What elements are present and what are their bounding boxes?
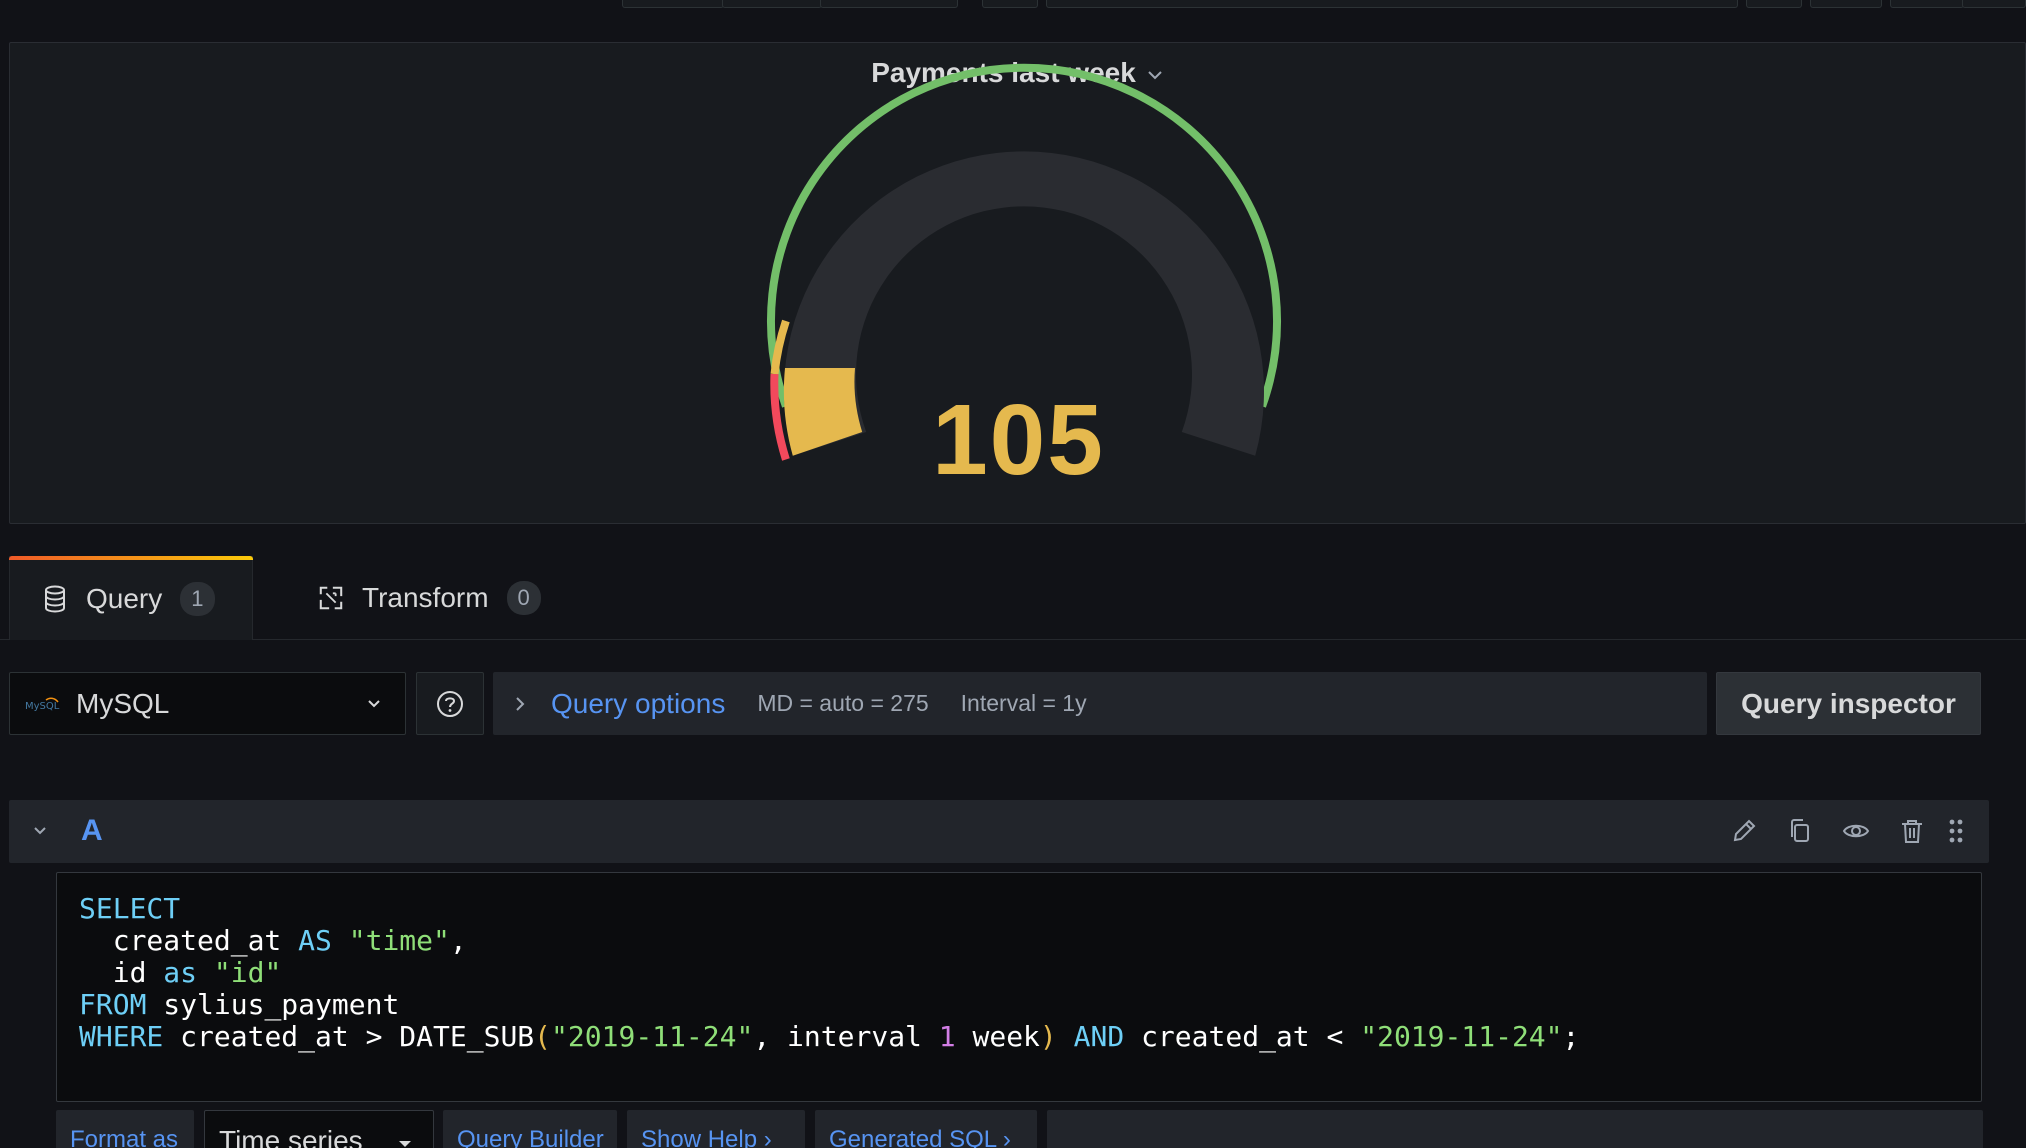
datasource-name: MySQL [76,687,170,719]
tab-transform-count: 0 [506,581,541,615]
format-as-value: Time series [219,1125,363,1148]
query-options-interval: Interval = 1y [960,690,1087,716]
toolbar-button[interactable] [1890,0,1964,8]
query-options-label[interactable]: Query options [551,688,725,720]
editor-tabs: Query 1 Transform 0 [0,556,2026,640]
datasource-picker[interactable]: MySQL MySQL [9,672,406,735]
show-help-button[interactable]: Show Help › [627,1110,805,1148]
transform-icon [319,586,343,610]
tab-query-label: Query [86,582,163,614]
code-line: SELECT [79,892,181,925]
query-inspector-button[interactable]: Query inspector [1716,672,1981,735]
toolbar-button[interactable] [622,0,724,8]
top-toolbar [0,0,2026,12]
panel-preview: Payments last week 105 [9,42,2026,524]
trash-icon[interactable] [1897,816,1927,846]
svg-text:MySQL: MySQL [25,701,60,712]
format-as-select[interactable]: Time series [204,1110,434,1148]
toolbar-button[interactable] [982,0,1038,8]
datasource-help-button[interactable] [416,672,484,735]
eye-icon[interactable] [1841,816,1871,846]
gauge-value: 105 [932,384,1105,496]
code-line: created_at AS "time", [79,924,467,957]
tab-query[interactable]: Query 1 [9,556,253,640]
mysql-logo-icon: MySQL [25,697,60,712]
format-as-label: Format as [56,1110,194,1148]
toolbar-button[interactable] [1746,0,1802,8]
chevron-right-icon [516,696,525,711]
gauge-threshold-yellow [770,319,790,375]
code-line: WHERE created_at > DATE_SUB("2019-11-24"… [79,1020,1580,1053]
query-row-header: A [9,800,1989,863]
generated-sql-button[interactable]: Generated SQL › [815,1110,1037,1148]
tab-transform-label: Transform [362,582,489,613]
query-options-bar[interactable]: Query options MD = auto = 275 Interval =… [493,672,1707,735]
chevron-down-icon [368,700,380,708]
toolbar-button[interactable] [722,0,822,8]
toolbar-button[interactable] [820,0,958,8]
sql-code-editor[interactable]: SELECT created_at AS "time", id as "id" F… [56,872,1982,1102]
copy-icon[interactable] [1785,816,1815,846]
caret-down-icon [399,1141,411,1147]
code-line: id as "id" [79,956,282,989]
toolbar-button[interactable] [1810,0,1882,8]
query-ref-id[interactable]: A [81,814,103,848]
toolbar-time-picker[interactable] [1046,0,1738,8]
toolbar-button[interactable] [1962,0,2026,8]
pencil-icon[interactable] [1729,816,1759,846]
code-line: FROM sylius_payment [79,988,400,1021]
tab-query-count: 1 [180,581,215,616]
query-builder-button[interactable]: Query Builder [443,1110,617,1148]
tab-transform[interactable]: Transform 0 [318,556,541,640]
query-options-max-data-points: MD = auto = 275 [757,690,929,716]
question-circle-icon [437,690,463,717]
query-format-row: Format as Time series Query Builder Show… [0,1110,2026,1148]
database-icon [45,585,65,613]
chevron-down-icon[interactable] [31,822,49,840]
drag-handle-icon[interactable] [1941,816,1971,846]
format-row-filler [1047,1110,1983,1148]
